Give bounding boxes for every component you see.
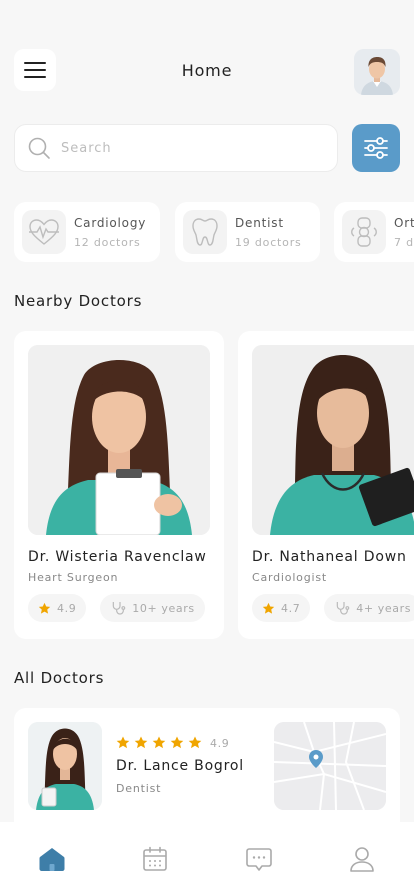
category-name: Ort (394, 215, 414, 230)
doctor-name: Dr. Nathaneal Down (252, 549, 407, 565)
experience-value: 10+ years (132, 601, 195, 615)
tab-calendar[interactable] (135, 846, 175, 872)
category-count: 19 doctors (235, 235, 302, 249)
category-list: Cardiology 12 doctors Dentist 19 doctors… (14, 202, 414, 262)
tab-profile[interactable] (342, 846, 382, 872)
stethoscope-icon (113, 602, 126, 615)
category-name: Dentist (235, 215, 284, 230)
joint-icon (351, 217, 377, 247)
doctor-photo (252, 345, 414, 535)
experience-value: 4+ years (356, 601, 412, 615)
doctor-name: Dr. Wisteria Ravenclaw (28, 549, 207, 565)
nearby-doctors-list: Dr. Wisteria Ravenclaw Heart Surgeon 4.9… (14, 331, 414, 639)
tab-home[interactable] (32, 846, 72, 872)
search-input[interactable] (61, 140, 301, 156)
experience-chip: 10+ years (100, 594, 205, 622)
map-thumbnail[interactable] (274, 722, 386, 810)
rating-chip: 4.7 (252, 594, 311, 622)
chat-icon (245, 848, 272, 871)
category-card-ortho[interactable]: Ort 7 d (334, 202, 414, 262)
search-icon (28, 137, 50, 159)
avatar[interactable] (354, 49, 400, 95)
page-title: Home (181, 61, 233, 80)
stethoscope-icon (337, 602, 350, 615)
category-count: 12 doctors (74, 235, 141, 249)
category-count: 7 d (394, 235, 414, 249)
doctor-card[interactable]: Dr. Nathaneal Down Cardiologist 4.7 4+ y… (238, 331, 414, 639)
rating-value: 4.9 (57, 601, 77, 615)
sliders-icon (364, 137, 388, 159)
doctor-specialty: Dentist (116, 782, 162, 795)
search-bar (14, 124, 338, 172)
experience-chip: 4+ years (324, 594, 414, 622)
doctor-photo (28, 722, 102, 810)
profile-icon (350, 847, 375, 872)
header: Home (14, 49, 400, 95)
tooth-icon (192, 218, 218, 246)
doctor-name: Dr. Lance Bogrol (116, 758, 244, 774)
home-icon (39, 848, 65, 871)
star-icon (38, 602, 51, 614)
rating-chip: 4.9 (28, 594, 87, 622)
section-title-nearby: Nearby Doctors (14, 292, 143, 310)
rating-value: 4.9 (210, 736, 230, 750)
filter-button[interactable] (352, 124, 400, 172)
user-avatar-image (354, 49, 400, 95)
doctor-card[interactable]: Dr. Wisteria Ravenclaw Heart Surgeon 4.9… (14, 331, 224, 639)
calendar-icon (143, 846, 168, 871)
category-name: Cardiology (74, 215, 147, 230)
star-icon (262, 602, 275, 614)
category-card-dentist[interactable]: Dentist 19 doctors (175, 202, 320, 262)
section-title-all: All Doctors (14, 669, 105, 687)
doctor-photo (28, 345, 210, 535)
heart-pulse-icon (29, 219, 59, 245)
rating-value: 4.7 (281, 601, 301, 615)
bottom-tab-bar (0, 822, 414, 896)
rating-stars: 4.9 (116, 736, 229, 750)
doctor-specialty: Heart Surgeon (28, 571, 119, 584)
category-card-cardiology[interactable]: Cardiology 12 doctors (14, 202, 160, 262)
tab-messages[interactable] (239, 846, 279, 872)
doctor-list-item[interactable]: 4.9 Dr. Lance Bogrol Dentist (14, 708, 400, 822)
star-icon (116, 736, 202, 749)
doctor-specialty: Cardiologist (252, 571, 327, 584)
